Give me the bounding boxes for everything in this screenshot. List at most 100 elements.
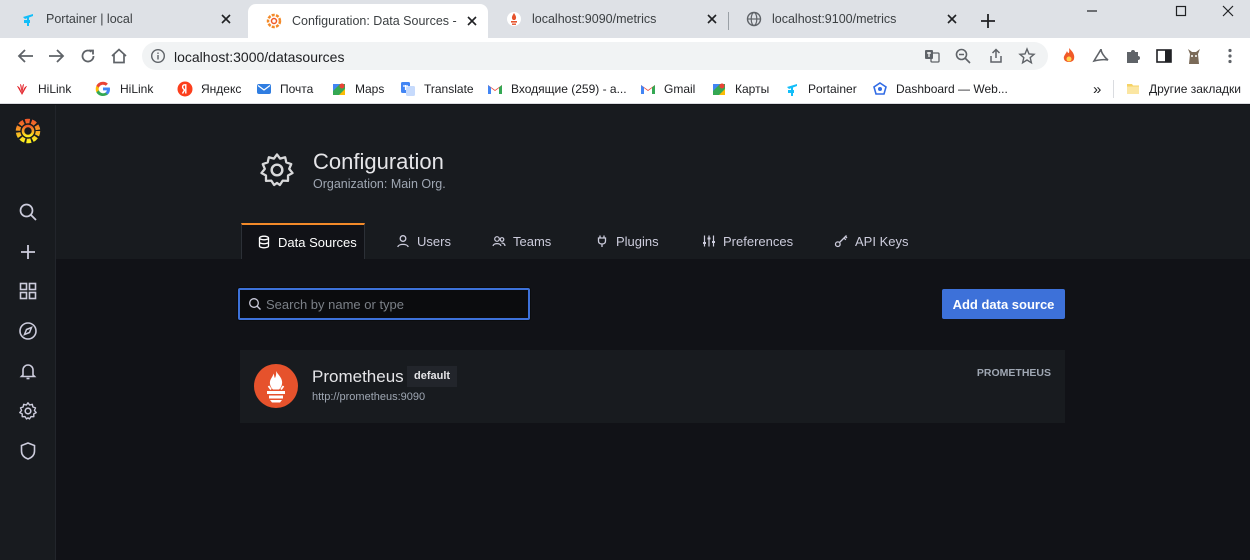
bookmark-item[interactable]: Portainer [784, 79, 857, 99]
browser-toolbar: localhost:3000/datasources [0, 38, 1250, 74]
tab-title: localhost:9090/metrics [532, 12, 657, 26]
maximize-window-icon[interactable] [1169, 2, 1193, 20]
side-panel-icon[interactable] [1154, 46, 1174, 66]
browser-tab-portainer[interactable]: Portainer | local [2, 0, 242, 38]
page-subtitle: Organization: Main Org. [313, 177, 446, 191]
globe-icon [746, 11, 762, 27]
gmail-icon [640, 81, 656, 97]
tab-users[interactable]: Users [396, 223, 451, 259]
alerting-bell-icon[interactable] [18, 361, 38, 381]
browser-tab-grafana[interactable]: Configuration: Data Sources - Gr [248, 4, 488, 38]
huawei-icon [14, 81, 30, 97]
portainer-icon [20, 11, 36, 27]
tab-plugins[interactable]: Plugins [595, 223, 659, 259]
users-icon [492, 234, 506, 248]
reload-icon[interactable] [78, 46, 98, 66]
tab-data-sources[interactable]: Data Sources [241, 223, 365, 259]
tab-title: Portainer | local [46, 12, 133, 26]
bookmark-item[interactable]: Dashboard — Web... [872, 79, 1008, 99]
close-icon[interactable] [944, 11, 960, 27]
server-admin-shield-icon[interactable] [18, 441, 38, 461]
sliders-icon [702, 234, 716, 248]
create-plus-icon[interactable] [18, 242, 38, 262]
browser-tabstrip: Portainer | local Configuration: Data So… [0, 0, 1250, 38]
tab-api-keys[interactable]: API Keys [834, 223, 908, 259]
close-icon[interactable] [464, 13, 480, 29]
bookmarks-divider [1113, 80, 1114, 98]
close-window-icon[interactable] [1216, 2, 1240, 20]
close-icon[interactable] [218, 11, 234, 27]
datasource-card[interactable]: Prometheus default http://prometheus:909… [240, 350, 1065, 423]
browser-menu-icon[interactable] [1220, 46, 1240, 66]
bookmark-item[interactable]: Translate [400, 79, 474, 99]
page-title: Configuration [313, 149, 444, 174]
bookmark-star-icon[interactable] [1018, 47, 1036, 65]
google-icon [92, 78, 114, 100]
datasource-name: Prometheus [312, 367, 404, 386]
grafana-app: Configuration Organization: Main Org. Da… [0, 105, 1250, 560]
database-icon [257, 235, 271, 249]
back-arrow-icon[interactable] [16, 46, 36, 66]
bookmarks-bar: HiLink HiLink Яндекс Почта Maps Translat… [0, 74, 1250, 104]
minimize-window-icon[interactable] [1080, 2, 1104, 20]
prometheus-logo-icon [254, 364, 298, 408]
zoom-icon[interactable] [954, 47, 972, 65]
configuration-gear-icon [258, 151, 296, 189]
bookmark-item[interactable]: Входящие (259) - a... [487, 79, 627, 99]
bookmark-item[interactable]: Почта [256, 79, 313, 99]
side-menu [0, 105, 56, 560]
home-icon[interactable] [109, 46, 129, 66]
folder-icon [1125, 81, 1141, 97]
plug-icon [595, 234, 609, 248]
extensions-puzzle-icon[interactable] [1123, 46, 1143, 66]
translate-icon [400, 81, 416, 97]
configuration-gear-icon[interactable] [18, 401, 38, 421]
browser-tab-node-exporter[interactable]: localhost:9100/metrics [728, 0, 968, 38]
add-data-source-button[interactable]: Add data source [942, 289, 1065, 319]
tab-teams[interactable]: Teams [492, 223, 551, 259]
translate-page-icon[interactable] [923, 47, 941, 65]
bookmark-item[interactable]: Карты [711, 79, 769, 99]
bookmark-item[interactable]: Gmail [640, 79, 695, 99]
portainer-icon [784, 81, 800, 97]
extension-acrobat-icon[interactable] [1091, 46, 1111, 66]
user-icon [396, 234, 410, 248]
bookmark-item[interactable]: Яндекс [177, 79, 241, 99]
new-tab-button[interactable] [978, 11, 998, 31]
bookmark-item[interactable]: HiLink [92, 79, 153, 99]
search-icon [248, 297, 262, 311]
key-icon [834, 234, 848, 248]
search-input[interactable] [266, 290, 524, 318]
browser-tab-prometheus[interactable]: localhost:9090/metrics [488, 0, 728, 38]
maps-icon [331, 81, 347, 97]
address-bar[interactable]: localhost:3000/datasources [142, 42, 1048, 70]
tab-preferences[interactable]: Preferences [702, 223, 793, 259]
bookmarks-more-button[interactable]: » [1093, 79, 1101, 99]
tab-title: localhost:9100/metrics [772, 12, 897, 26]
close-icon[interactable] [704, 11, 720, 27]
share-icon[interactable] [987, 47, 1005, 65]
other-bookmarks-folder[interactable]: Другие закладки [1125, 79, 1241, 99]
explore-compass-icon[interactable] [18, 321, 38, 341]
bookmark-item[interactable]: Maps [331, 79, 384, 99]
default-badge: default [407, 366, 458, 387]
search-icon[interactable] [18, 202, 38, 222]
datasource-url: http://prometheus:9090 [312, 391, 426, 403]
datasource-search-field[interactable] [238, 288, 530, 320]
grafana-logo-icon[interactable] [14, 117, 42, 145]
datasource-type: PROMETHEUS [976, 367, 1051, 379]
dashboard-icon [872, 81, 888, 97]
mail-icon [256, 81, 272, 97]
profile-avatar-icon[interactable] [1184, 46, 1204, 66]
prometheus-icon [506, 11, 522, 27]
tab-title: Configuration: Data Sources - Gr [292, 14, 458, 28]
extension-fire-icon[interactable] [1059, 46, 1079, 66]
grafana-icon [266, 13, 282, 29]
forward-arrow-icon[interactable] [46, 46, 66, 66]
site-info-icon[interactable] [150, 48, 166, 64]
dashboards-grid-icon[interactable] [18, 281, 38, 301]
gmail-icon [487, 81, 503, 97]
bookmark-item[interactable]: HiLink [14, 79, 71, 99]
yandex-icon [177, 81, 193, 97]
address-url: localhost:3000/datasources [174, 49, 345, 65]
